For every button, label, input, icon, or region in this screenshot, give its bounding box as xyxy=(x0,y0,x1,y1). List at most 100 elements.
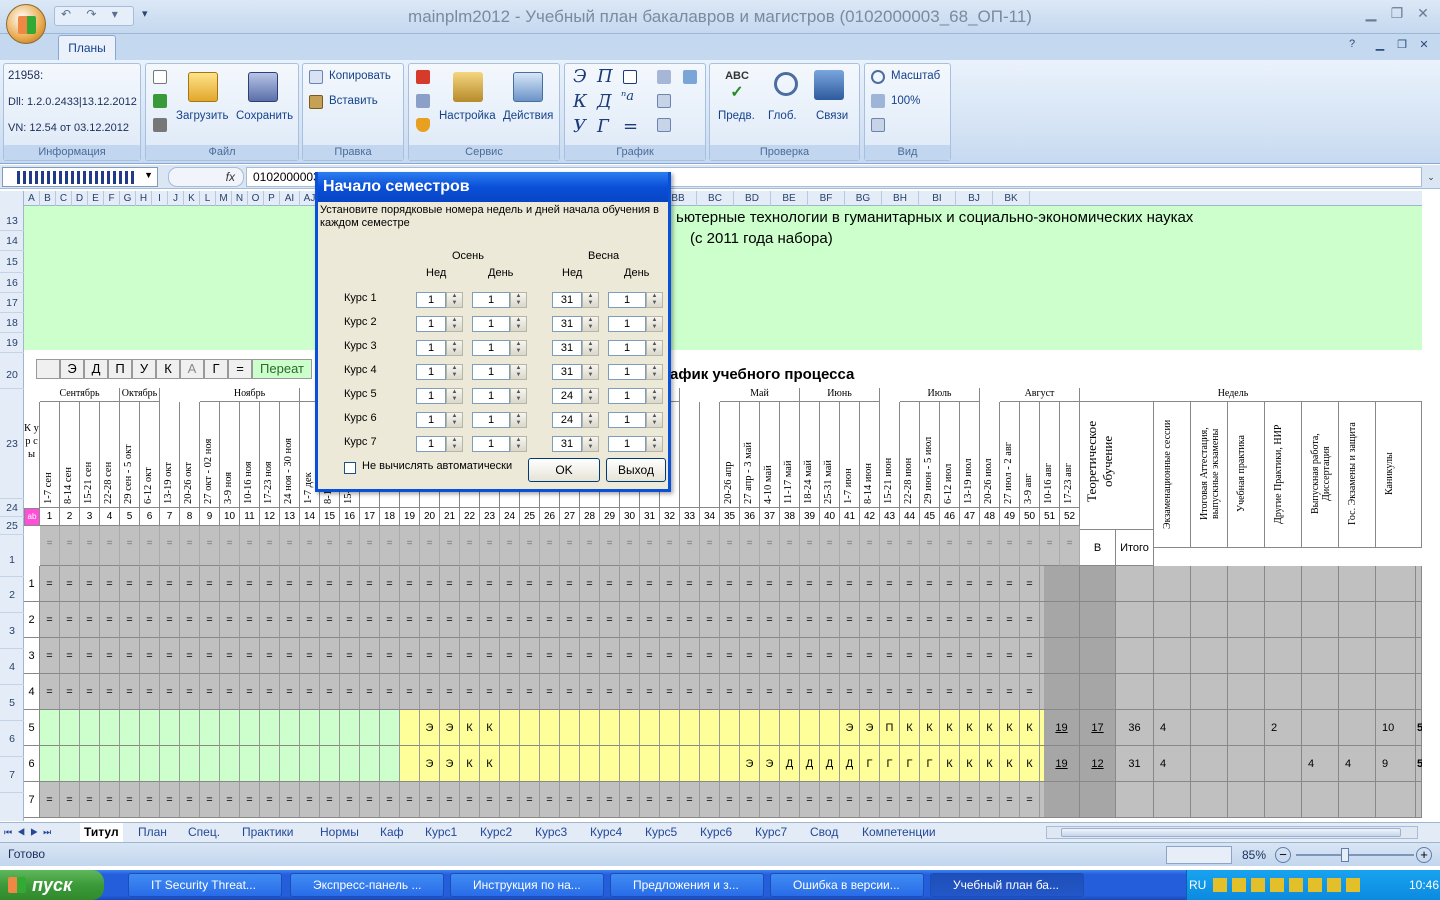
week-cell[interactable]: = xyxy=(780,674,800,710)
week-cell[interactable]: = xyxy=(120,602,140,638)
column-header[interactable]: BG xyxy=(845,191,882,206)
summary-value[interactable]: 9 xyxy=(1376,746,1416,782)
week-cell[interactable]: = xyxy=(480,674,500,710)
week-cell[interactable]: = xyxy=(780,638,800,674)
week-cell[interactable] xyxy=(320,710,340,746)
week-cell[interactable]: = xyxy=(740,602,760,638)
summary-value[interactable] xyxy=(1228,674,1265,710)
spin-buttons-icon[interactable]: ▲ ▼ xyxy=(582,388,599,404)
week-cell[interactable] xyxy=(40,746,60,782)
week-cell[interactable]: = xyxy=(1020,566,1040,602)
spin-buttons-icon[interactable]: ▲ ▼ xyxy=(510,412,527,428)
symbol-na[interactable]: ⁿa xyxy=(621,89,634,104)
spin-buttons-icon[interactable]: ▲ ▼ xyxy=(582,412,599,428)
summary-value[interactable] xyxy=(1228,710,1265,746)
blank-symbol-icon[interactable] xyxy=(623,70,637,84)
summary-value[interactable] xyxy=(1416,674,1422,710)
week-cell[interactable]: = xyxy=(620,638,640,674)
week-cell[interactable]: = xyxy=(580,638,600,674)
week-cell[interactable]: Г xyxy=(860,746,880,782)
week-cell[interactable] xyxy=(120,746,140,782)
week-cell[interactable]: = xyxy=(420,638,440,674)
spin-buttons-icon[interactable]: ▲ ▼ xyxy=(510,388,527,404)
spin-buttons-icon[interactable]: ▲ ▼ xyxy=(646,292,663,308)
week-cell[interactable]: = xyxy=(1000,602,1020,638)
week-cell[interactable]: = xyxy=(980,782,1000,818)
window-layout-icon[interactable] xyxy=(871,118,885,132)
symbol-tool-button[interactable]: П xyxy=(108,359,132,379)
week-cell[interactable]: = xyxy=(460,566,480,602)
print-icon[interactable] xyxy=(153,118,167,132)
expand-formula-icon[interactable]: ⌄ xyxy=(1424,168,1438,186)
week-cell[interactable]: = xyxy=(260,674,280,710)
week-cell[interactable] xyxy=(680,746,700,782)
week-cell[interactable]: = xyxy=(1020,526,1040,566)
week-cell[interactable]: Г xyxy=(920,746,940,782)
week-cell[interactable]: = xyxy=(240,782,260,818)
column-header[interactable]: C xyxy=(56,191,72,206)
week-cell[interactable]: = xyxy=(1020,638,1040,674)
week-cell[interactable]: = xyxy=(820,566,840,602)
summary-value[interactable] xyxy=(1376,602,1416,638)
close-icon[interactable]: ✕ xyxy=(1412,5,1434,23)
row-header[interactable]: 16 xyxy=(0,273,24,293)
magnifier-icon[interactable] xyxy=(774,72,798,96)
no-auto-checkbox[interactable] xyxy=(344,462,356,474)
week-cell[interactable]: = xyxy=(340,566,360,602)
week-cell[interactable]: = xyxy=(380,782,400,818)
week-cell[interactable]: = xyxy=(360,782,380,818)
autumn-day-input[interactable]: 1 xyxy=(472,316,510,332)
week-cell[interactable]: = xyxy=(60,638,80,674)
week-cell[interactable]: = xyxy=(820,526,840,566)
week-cell[interactable]: = xyxy=(600,674,620,710)
week-cell[interactable]: = xyxy=(780,782,800,818)
ribbon-minimize-icon[interactable]: ▁ xyxy=(1372,38,1388,54)
week-cell[interactable]: = xyxy=(120,782,140,818)
summary-value[interactable] xyxy=(1191,782,1228,818)
summary-value[interactable] xyxy=(1154,782,1191,818)
week-cell[interactable]: = xyxy=(740,782,760,818)
symbol-g[interactable]: Г xyxy=(597,116,609,137)
week-cell[interactable]: = xyxy=(320,566,340,602)
copy-icon[interactable] xyxy=(309,70,323,84)
actions-button[interactable]: Действия xyxy=(503,110,553,122)
week-cell[interactable]: = xyxy=(240,674,260,710)
sheet-tab[interactable]: Каф xyxy=(380,823,404,842)
week-cell[interactable]: = xyxy=(680,638,700,674)
spring-weeks[interactable] xyxy=(1080,674,1116,710)
spin-buttons-icon[interactable]: ▲ ▼ xyxy=(510,340,527,356)
column-header[interactable]: P xyxy=(264,191,280,206)
week-cell[interactable]: = xyxy=(780,566,800,602)
summary-value[interactable] xyxy=(1265,638,1302,674)
week-cell[interactable]: = xyxy=(720,782,740,818)
week-cell[interactable] xyxy=(220,746,240,782)
symbol-tool-button[interactable]: Д xyxy=(84,359,108,379)
week-cell[interactable] xyxy=(280,746,300,782)
week-cell[interactable]: = xyxy=(160,526,180,566)
week-cell[interactable] xyxy=(80,746,100,782)
week-cell[interactable]: = xyxy=(480,526,500,566)
week-cell[interactable]: = xyxy=(140,526,160,566)
week-cell[interactable]: = xyxy=(640,638,660,674)
week-cell[interactable]: = xyxy=(200,782,220,818)
week-cell[interactable]: = xyxy=(860,674,880,710)
week-cell[interactable]: = xyxy=(920,638,940,674)
week-cell[interactable]: = xyxy=(960,638,980,674)
week-cell[interactable]: = xyxy=(420,674,440,710)
spring-weeks[interactable] xyxy=(1080,566,1116,602)
load-button[interactable]: Загрузить xyxy=(176,110,229,122)
zoom-in-icon[interactable]: + xyxy=(1416,847,1432,863)
week-cell[interactable]: = xyxy=(140,638,160,674)
save-button[interactable]: Сохранить xyxy=(236,110,293,122)
summary-value[interactable]: 4 xyxy=(1302,746,1339,782)
week-cell[interactable]: = xyxy=(220,638,240,674)
spring-weeks[interactable] xyxy=(1080,638,1116,674)
sheet-tab[interactable]: Курс6 xyxy=(700,823,732,842)
week-cell[interactable]: = xyxy=(260,638,280,674)
summary-value[interactable] xyxy=(1416,782,1422,818)
week-cell[interactable] xyxy=(660,746,680,782)
week-cell[interactable] xyxy=(380,746,400,782)
week-cell[interactable]: = xyxy=(220,782,240,818)
autumn-week-input[interactable]: 1 xyxy=(416,412,446,428)
week-cell[interactable]: Д xyxy=(820,746,840,782)
